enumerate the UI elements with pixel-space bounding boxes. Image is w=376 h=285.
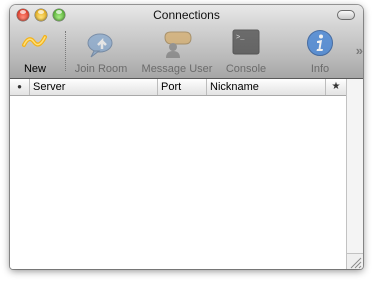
connections-list[interactable] xyxy=(10,96,346,269)
message-user-button[interactable]: Message User xyxy=(139,27,215,77)
message-user-button-label: Message User xyxy=(141,63,213,75)
console-icon: >_ xyxy=(232,29,260,55)
status-column-header[interactable]: ● xyxy=(10,79,30,95)
toolbar-toggle-button[interactable] xyxy=(337,10,355,20)
toolbar-separator xyxy=(65,31,66,71)
title-toolbar-area: Connections New Join Room Message User >… xyxy=(10,5,363,79)
new-button[interactable]: New xyxy=(15,27,55,77)
table-header: ● Server Port Nickname ★ xyxy=(10,79,346,96)
server-column-header[interactable]: Server xyxy=(30,79,158,95)
console-button-label: Console xyxy=(225,63,267,75)
toolbar-overflow-chevron-icon[interactable]: » xyxy=(356,43,363,58)
favorite-column-header[interactable]: ★ xyxy=(326,79,346,95)
new-connection-icon xyxy=(22,35,47,47)
join-room-icon xyxy=(87,33,113,58)
nickname-column-header[interactable]: Nickname xyxy=(207,79,326,95)
resize-grip[interactable] xyxy=(346,253,363,269)
port-column-header[interactable]: Port xyxy=(158,79,207,95)
join-room-button-label: Join Room xyxy=(74,63,128,75)
connections-window: Connections New Join Room Message User >… xyxy=(10,5,363,269)
window-title: Connections xyxy=(153,8,220,22)
join-room-button[interactable]: Join Room xyxy=(72,27,130,77)
message-user-icon xyxy=(164,31,192,58)
svg-text:>_: >_ xyxy=(236,34,245,42)
console-button[interactable]: >_ Console xyxy=(222,27,270,77)
resize-grip-icon xyxy=(350,257,362,269)
new-button-label: New xyxy=(23,63,46,75)
info-button[interactable]: Info xyxy=(302,27,338,77)
vertical-scrollbar[interactable] xyxy=(346,79,363,254)
info-button-label: Info xyxy=(310,63,330,75)
info-icon xyxy=(307,30,333,56)
